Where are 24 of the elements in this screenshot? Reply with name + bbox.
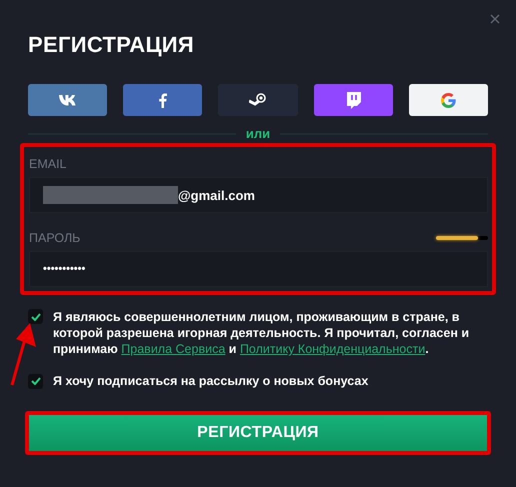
register-button[interactable]: РЕГИСТРАЦИЯ <box>29 415 487 451</box>
checkbox-label: Я хочу подписаться на рассылку о новых бонусах <box>53 373 370 389</box>
checkmark-icon <box>30 377 40 385</box>
dialog-title: РЕГИСТРАЦИЯ <box>28 32 196 58</box>
input-value: ••••••••••• <box>43 263 86 275</box>
password-field[interactable]: ••••••••••• <box>29 251 488 287</box>
input-field[interactable]: @gmail.com <box>29 177 488 213</box>
social-login-button[interactable] <box>218 84 298 116</box>
divider-label: или <box>246 126 270 141</box>
policy-link[interactable]: Политику Конфиденциальности <box>240 342 426 356</box>
checkmark-icon <box>30 312 40 320</box>
checkbox[interactable] <box>28 374 43 388</box>
consent-text: Я являюсь совершеннолетним лицом, проживающим в стране, в которой разрешена игорная деятельность. Я прочитал, согласен и принимаю Правила Сервиса и Политику Конфиденциальности. <box>53 309 470 357</box>
checkbox[interactable] <box>28 309 43 324</box>
field-label: EMAIL <box>29 157 67 171</box>
vk-logo-icon <box>58 94 77 106</box>
facebook-logo-icon <box>158 92 167 108</box>
twitch-logo-icon <box>346 92 361 108</box>
field-label: ПАРОЛЬ <box>29 231 80 245</box>
google-logo-icon <box>440 92 456 108</box>
close-icon[interactable] <box>490 14 500 24</box>
input-value: @gmail.com <box>178 188 255 202</box>
steam-logo-icon <box>249 93 267 107</box>
policy-link[interactable]: Правила Сервиса <box>121 342 226 356</box>
